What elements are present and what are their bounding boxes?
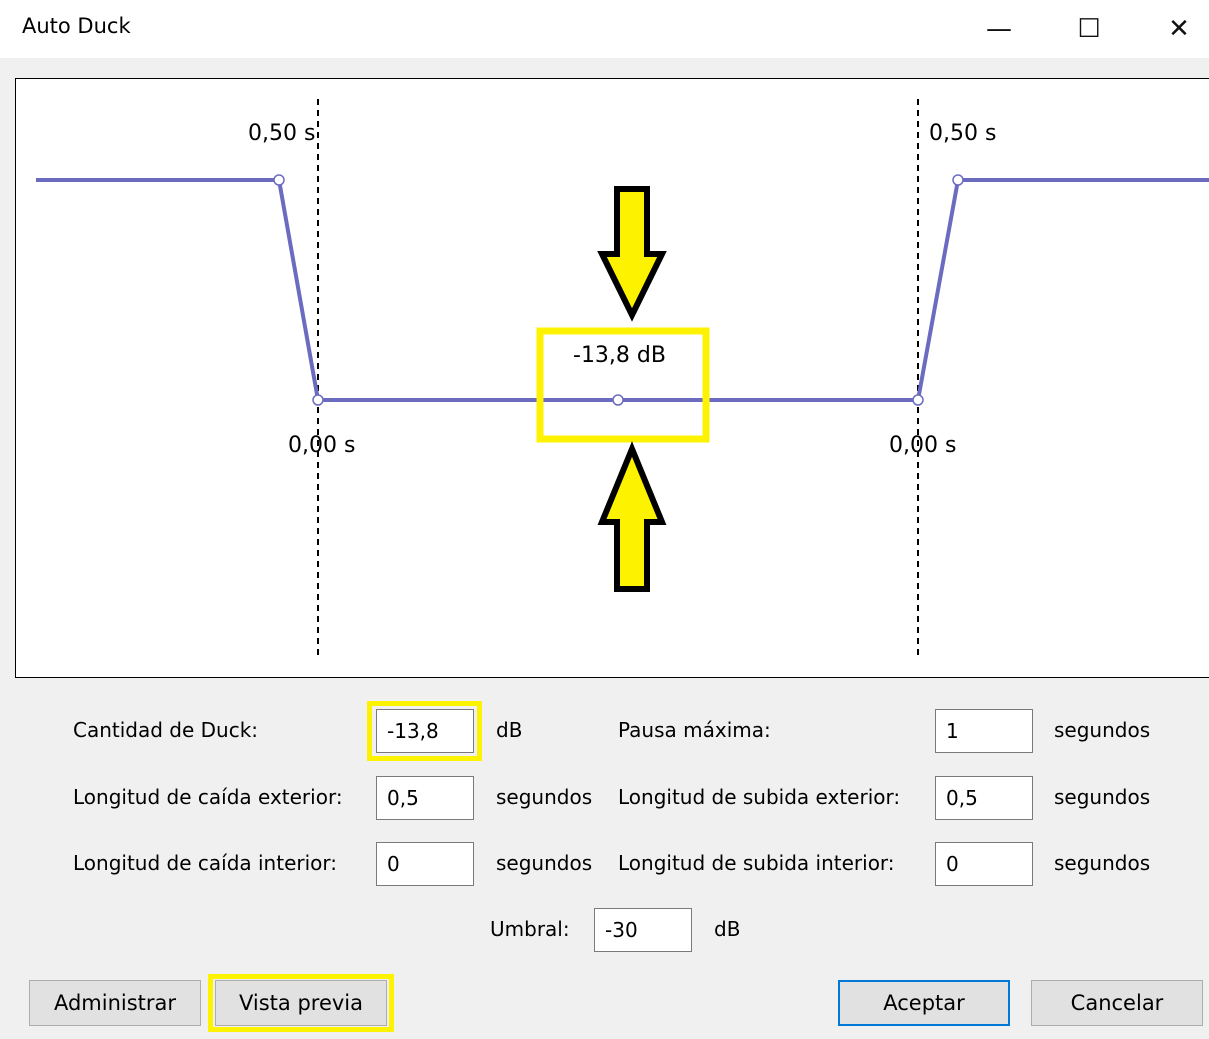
inner-fade-down-input[interactable]: 0 [376, 842, 474, 886]
inner-fade-up-time-label: 0,00 s [889, 433, 957, 458]
inner-fade-down-unit: segundos [496, 851, 593, 875]
envelope-canvas [36, 99, 1209, 659]
up-arrow-icon [597, 441, 667, 592]
ok-button[interactable]: Aceptar [838, 980, 1010, 1026]
outer-fade-up-unit: segundos [1054, 785, 1151, 809]
outer-fade-down-label: Longitud de caída exterior: [73, 785, 343, 809]
inner-fade-up-input[interactable]: 0 [935, 842, 1033, 886]
minimize-icon[interactable]: — [964, 0, 1034, 58]
inner-fade-up-label: Longitud de subida interior: [618, 851, 895, 875]
outer-fade-down-input[interactable]: 0,5 [376, 776, 474, 820]
threshold-unit: dB [714, 917, 741, 941]
max-pause-input[interactable]: 1 [935, 709, 1033, 753]
outer-fade-up-label: Longitud de subida exterior: [618, 785, 901, 809]
outer-fade-down-unit: segundos [496, 785, 593, 809]
duck-level-handle[interactable] [612, 394, 624, 406]
outer-fade-down-time-label: 0,50 s [248, 121, 316, 146]
duck-amount-input[interactable]: -13,8 [376, 709, 474, 753]
preview-button[interactable]: Vista previa [215, 980, 387, 1026]
cancel-button[interactable]: Cancelar [1031, 980, 1203, 1026]
inner-fade-up-unit: segundos [1054, 851, 1151, 875]
inner-fade-up-handle[interactable] [912, 394, 924, 406]
duck-level-value-label: -13,8 dB [573, 343, 666, 368]
title-bar: Auto Duck — ☐ ✕ [0, 0, 1209, 58]
inner-fade-down-label: Longitud de caída interior: [73, 851, 338, 875]
outer-fade-up-time-label: 0,50 s [929, 121, 997, 146]
inner-fade-down-handle[interactable] [312, 394, 324, 406]
manage-button[interactable]: Administrar [29, 980, 201, 1026]
max-pause-label: Pausa máxima: [618, 718, 771, 742]
outer-fade-up-handle[interactable] [952, 174, 964, 186]
duck-amount-label: Cantidad de Duck: [73, 718, 259, 742]
threshold-label: Umbral: [490, 917, 570, 941]
down-arrow-icon [597, 186, 667, 322]
close-icon[interactable]: ✕ [1144, 0, 1209, 58]
window-title: Auto Duck [22, 14, 131, 38]
max-pause-unit: segundos [1054, 718, 1151, 742]
threshold-input[interactable]: -30 [594, 908, 692, 952]
duck-amount-unit: dB [496, 718, 523, 742]
maximize-icon[interactable]: ☐ [1054, 0, 1124, 58]
outer-fade-down-handle[interactable] [273, 174, 285, 186]
duck-envelope-graph[interactable]: 0,50 s 0,00 s 0,50 s 0,00 s -13,8 dB [15, 78, 1209, 678]
inner-fade-down-time-label: 0,00 s [288, 433, 356, 458]
outer-fade-up-input[interactable]: 0,5 [935, 776, 1033, 820]
